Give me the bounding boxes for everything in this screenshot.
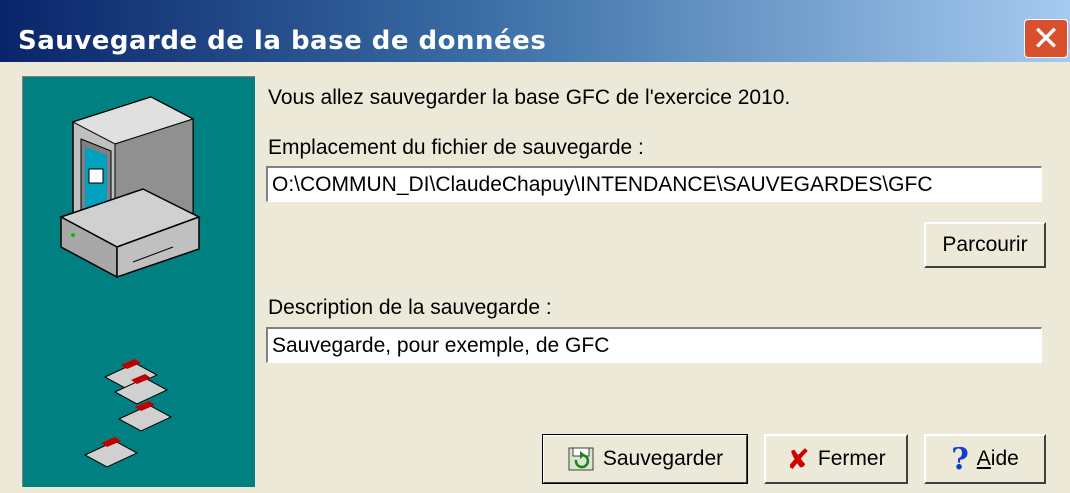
backup-dialog: Sauvegarde de la base de données ✕ Vous … bbox=[0, 0, 1070, 493]
floppy-disks-icon bbox=[83, 359, 173, 468]
help-label-rest: ide bbox=[990, 447, 1019, 470]
close-button[interactable]: ✘ Fermer bbox=[764, 434, 908, 484]
window-title: Sauvegarde de la base de données bbox=[18, 26, 547, 56]
computer-icon bbox=[59, 96, 201, 279]
help-button-label: Aide bbox=[977, 447, 1019, 471]
intro-text: Vous allez sauvegarder la base GFC de l'… bbox=[268, 86, 791, 109]
description-input[interactable]: Sauvegarde, pour exemple, de GFC bbox=[266, 327, 1042, 363]
save-button[interactable]: Sauvegarder bbox=[542, 434, 748, 484]
close-button-label: Fermer bbox=[817, 447, 886, 470]
title-bar[interactable]: Sauvegarde de la base de données ✕ bbox=[0, 0, 1070, 62]
location-input[interactable]: O:\COMMUN_DI\ClaudeChapuy\INTENDANCE\SAU… bbox=[266, 166, 1042, 202]
illustration-panel bbox=[22, 76, 255, 487]
browse-button[interactable]: Parcourir bbox=[924, 222, 1046, 268]
save-button-label: Sauvegarder bbox=[602, 447, 724, 470]
browse-button-label: Parcourir bbox=[942, 233, 1028, 256]
close-window-button[interactable]: ✕ bbox=[1024, 19, 1068, 58]
save-icon bbox=[567, 446, 595, 472]
help-button[interactable]: ? Aide bbox=[924, 434, 1046, 484]
question-icon: ? bbox=[951, 441, 969, 477]
help-accel: A bbox=[976, 447, 991, 470]
red-x-icon: ✘ bbox=[786, 442, 810, 476]
location-label: Emplacement du fichier de sauvegarde : bbox=[268, 136, 644, 159]
description-label: Description de la sauvegarde : bbox=[268, 296, 552, 319]
